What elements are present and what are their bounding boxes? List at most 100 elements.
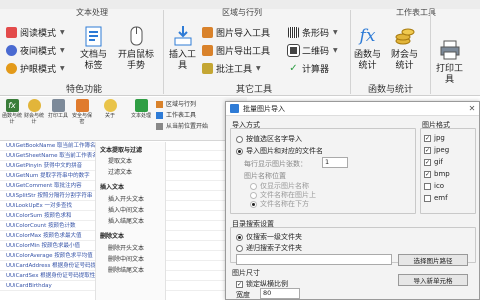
night-mode-label: 夜间模式 [20, 46, 57, 57]
row-text: UUiColorMin 按颜色求最小值 [6, 243, 80, 249]
qrcode-button[interactable]: 二维码 ▼ [287, 42, 338, 58]
eye-care-icon [6, 62, 17, 74]
mini-finance-label: 财会与统计 [24, 113, 45, 125]
eye-mode-label: 护眼模式 [20, 64, 57, 75]
row-text: UUiColorCount 按颜色计数 [6, 223, 76, 229]
checkbox-box: ✓ [424, 146, 431, 154]
import-by-name-radio[interactable]: 按值选区名字导入 [236, 134, 302, 144]
mid-item[interactable]: 插入开头文本 [108, 194, 144, 203]
mid-item: 删除文本 [100, 233, 125, 240]
function-stats-label-2: 统计 [358, 61, 377, 71]
insert-tools-button[interactable]: 插入工 具 [169, 24, 196, 72]
import-with-filename-radio[interactable]: 导入图片和对应的文件名 [236, 146, 323, 156]
import-button[interactable]: 导入新单元格 [398, 274, 468, 286]
mini-right-label: 从当前位置开始 [166, 123, 209, 130]
qrcode-icon [287, 43, 300, 57]
text-tools-icon [134, 99, 148, 112]
mid-item[interactable]: 插入结尾文本 [108, 216, 144, 225]
fx-icon: fx [359, 25, 376, 46]
mini-finance-button[interactable]: 财会与统计 [24, 99, 44, 125]
mid-item[interactable]: 插入中间文本 [108, 205, 144, 214]
function-stats-button[interactable]: fx 函数与 统计 [354, 24, 381, 72]
radio-dot [236, 233, 243, 241]
doc-tabs-button[interactable]: 文档与 标签 [80, 24, 107, 72]
format-gif-checkbox[interactable]: ✓ gif [424, 156, 466, 168]
print-tools-label-2: 具 [445, 75, 455, 85]
mouse-gesture-label-1: 开启鼠标 [118, 50, 155, 60]
coins-icon [27, 99, 41, 112]
mini-right-label: 工作表工具 [166, 112, 197, 119]
chevron-down-icon: ▼ [333, 46, 338, 54]
insert-tools-label-2: 具 [178, 61, 188, 71]
close-icon[interactable]: ✕ [465, 104, 479, 113]
document-icon [82, 24, 106, 48]
recursive-radio[interactable]: 递归搜索子文件夹 [236, 243, 302, 253]
comment-icon [202, 62, 213, 74]
lock-icon [75, 99, 89, 112]
format-ico-checkbox[interactable]: ico [424, 180, 466, 192]
image-export-button[interactable]: 图片导出工具 [202, 42, 270, 58]
finance-stats-button[interactable]: 财会与 统计 [391, 24, 418, 72]
reading-mode-button[interactable]: 阅读模式 ▼ [6, 24, 65, 40]
choose-path-button[interactable]: 选择图片路径 [398, 254, 468, 266]
mini-security-button[interactable]: 安全与保密 [72, 99, 92, 125]
calculator-button[interactable]: ✓ 计算器 [288, 60, 329, 76]
format-emf-checkbox[interactable]: emf [424, 192, 466, 204]
mini-right-label: 区域与行列 [166, 101, 197, 108]
format-jpg-checkbox[interactable]: ✓ jpg [424, 132, 466, 144]
single-level-radio[interactable]: 仅搜索一级文件夹 [236, 232, 302, 242]
mid-item[interactable]: 删除中间文本 [108, 254, 144, 263]
print-tools-button[interactable]: 打印工 具 [436, 38, 463, 86]
format-label: jpg [434, 134, 445, 142]
column-divider [95, 142, 96, 300]
image-import-label: 图片导入工具 [216, 28, 271, 39]
mini-about-button[interactable]: 关于 [100, 99, 120, 119]
night-mode-button[interactable]: 夜间模式 ▼ [6, 42, 65, 58]
dialog-title: 批量图片导入 [243, 104, 285, 113]
mini-function-button[interactable]: fx 函数与统计 [2, 99, 22, 125]
smiley-icon [103, 99, 117, 112]
doc-tabs-label-2: 标签 [84, 61, 103, 71]
region-icon [156, 101, 163, 108]
column-divider [165, 142, 166, 300]
sheet-icon [156, 112, 163, 119]
mid-item[interactable]: 删除结尾文本 [108, 265, 144, 274]
radio-dot [236, 147, 243, 155]
insert-icon [171, 24, 195, 48]
mid-item[interactable]: 过滤文本 [108, 167, 132, 176]
checkbox-box [424, 182, 431, 190]
format-jpeg-checkbox[interactable]: ✓ jpeg [424, 144, 466, 156]
mini-print-button[interactable]: 打印工具 [48, 99, 68, 119]
name-pos-radio[interactable]: 文件名称在下方 [250, 199, 309, 209]
image-export-icon [202, 44, 213, 56]
row-text: UUiLookUpEx 一对多查找 [6, 203, 72, 209]
radio-label: 导入图片和对应的文件名 [246, 147, 323, 155]
row-text: UUiColorAverage 按颜色求平均值 [6, 253, 93, 259]
barcode-button[interactable]: 条形码 ▼ [288, 24, 338, 40]
mini-function-label: 函数与统计 [2, 113, 23, 125]
sheet-pane: fx 函数与统计 财会与统计 打印工具 安全与保密 关于 文本处理 区域与行列 … [0, 97, 247, 300]
image-import-button[interactable]: 图片导入工具 [202, 24, 270, 40]
path-input[interactable] [236, 254, 392, 265]
row-text: UUiColorMax 按颜色求最大值 [6, 233, 82, 239]
row-text: UUiGetSheetName 取当前工作表名字 [6, 153, 104, 159]
mid-item[interactable]: 提取文本 [108, 156, 132, 165]
width-input[interactable]: 80 [260, 288, 300, 299]
mini-text-tools-label: 文本处理 [130, 113, 151, 119]
mid-item: 插入文本 [100, 184, 125, 191]
comment-tools-button[interactable]: 批注工具 ▼ [202, 60, 261, 76]
mini-text-tools-button[interactable]: 文本处理 [128, 99, 154, 119]
mid-item[interactable]: 删除开头文本 [108, 243, 144, 252]
size-section-label: 图片尺寸 [232, 269, 260, 277]
checkbox-box [424, 194, 431, 202]
mouse-gesture-label-2: 手势 [127, 61, 146, 71]
eye-mode-button[interactable]: 护眼模式 ▼ [6, 60, 65, 76]
calculator-icon: ✓ [289, 62, 298, 74]
mouse-gesture-button[interactable]: 开启鼠标 手势 [118, 24, 154, 72]
coins-icon [393, 24, 417, 48]
per-row-input[interactable]: 1 [322, 157, 348, 168]
format-label: gif [434, 158, 443, 166]
reading-mode-icon [6, 26, 17, 38]
format-bmp-checkbox[interactable]: ✓ bmp [424, 168, 466, 180]
row-text: UUiGetBookName 取当前工作簿名字 [6, 143, 102, 149]
